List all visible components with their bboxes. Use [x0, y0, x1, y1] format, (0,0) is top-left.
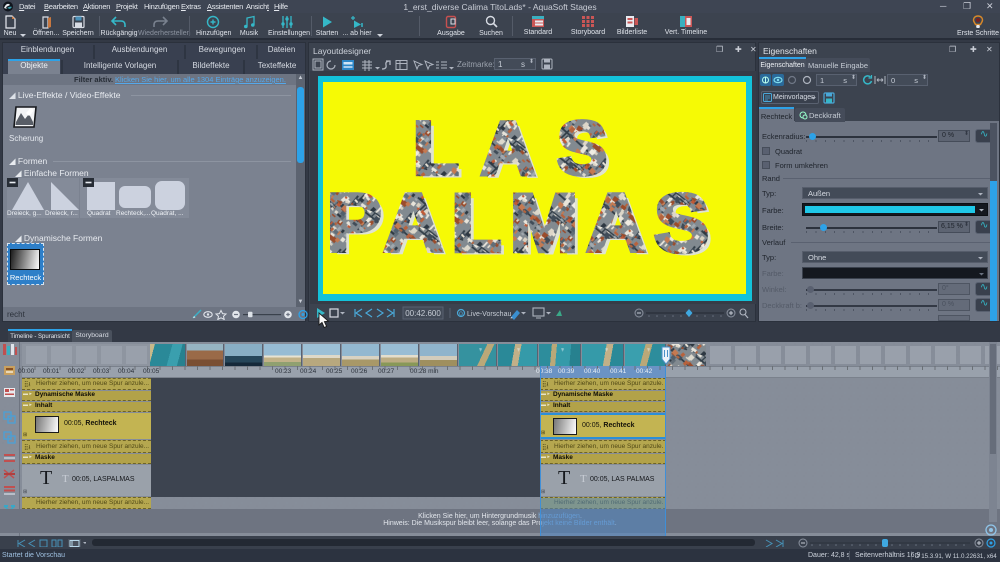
svg-text:00:42.600: 00:42.600: [405, 309, 441, 318]
svg-text:o: o: [459, 311, 463, 318]
svg-text:PALMAS: PALMAS: [327, 178, 718, 269]
svg-text:Live-Vorschau: Live-Vorschau: [467, 311, 511, 318]
